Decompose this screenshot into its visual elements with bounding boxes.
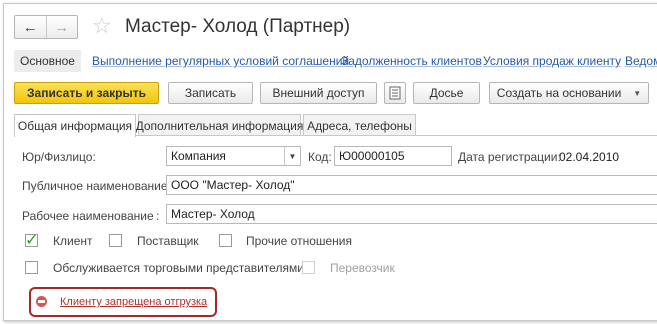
forward-arrow-icon[interactable]: → [45, 16, 78, 38]
tab-addresses[interactable]: Адреса, телефоны [303, 114, 416, 136]
link-sales-conditions[interactable]: Условия продаж клиенту [483, 54, 621, 68]
link-client-debt[interactable]: Задолженность клиентов [341, 54, 482, 68]
code-label: Код: [308, 150, 332, 164]
supplier-checkbox[interactable] [109, 234, 122, 247]
client-checkbox[interactable]: ✓ [25, 232, 38, 249]
entity-type-label: Юр/Физлицо: [22, 150, 96, 164]
link-statements[interactable]: Ведом [625, 54, 657, 68]
chevron-down-icon[interactable]: ▼ [284, 147, 300, 165]
sales-reps-checkbox[interactable] [25, 261, 38, 274]
registration-date-label: Дата регистрации: [458, 150, 561, 164]
back-arrow-icon[interactable]: ← [15, 16, 46, 38]
tab-general[interactable]: Общая информация [14, 114, 136, 137]
star-icon[interactable]: ☆ [92, 14, 112, 38]
code-input[interactable]: Ю00000105 [334, 146, 452, 166]
page-title: Мастер- Холод (Партнер) [125, 16, 351, 37]
link-main[interactable]: Основное [14, 50, 81, 72]
shipment-forbidden-link[interactable]: Клиенту запрещена отгрузка [60, 296, 207, 308]
print-button[interactable] [384, 82, 406, 104]
link-regular-conditions[interactable]: Выполнение регулярных условий соглашений [92, 54, 349, 68]
sales-reps-label: Обслуживается торговыми представителями [53, 261, 304, 275]
carrier-label: Перевозчик [330, 261, 395, 275]
create-based-on-button[interactable]: Создать на основании ▼ [489, 82, 649, 104]
public-name-input[interactable]: ООО "Мастер- Холод" [166, 175, 657, 195]
checkmark-icon: ✓ [25, 232, 39, 249]
chevron-down-icon: ▼ [633, 88, 642, 98]
entity-type-select[interactable]: Компания ▼ [166, 146, 301, 166]
working-name-input[interactable]: Мастер- Холод [166, 204, 657, 224]
navigation-buttons: ← → [14, 15, 78, 39]
create-based-on-label: Создать на основании [496, 86, 622, 100]
partner-form-window: ← → ☆ Мастер- Холод (Партнер) Основное В… [3, 3, 657, 321]
tab-additional[interactable]: Дополнительная информация [136, 114, 303, 136]
stop-icon [36, 296, 47, 307]
save-and-close-button[interactable]: Записать и закрыть [14, 82, 159, 104]
print-icon [389, 86, 401, 100]
registration-date-value: 02.04.2010 [559, 150, 620, 164]
other-relations-checkbox[interactable] [219, 234, 232, 247]
carrier-checkbox[interactable] [302, 261, 315, 274]
public-name-label: Публичное наименование: [22, 179, 171, 193]
entity-type-value: Компания [171, 149, 226, 163]
client-label: Клиент [53, 234, 93, 248]
save-button[interactable]: Записать [168, 82, 253, 104]
working-name-colon: : [156, 209, 160, 223]
other-relations-label: Прочие отношения [246, 234, 353, 248]
external-access-button[interactable]: Внешний доступ [260, 82, 377, 104]
supplier-label: Поставщик [137, 234, 199, 248]
dossier-button[interactable]: Досье [413, 82, 480, 104]
working-name-label: Рабочее наименование [22, 209, 154, 223]
